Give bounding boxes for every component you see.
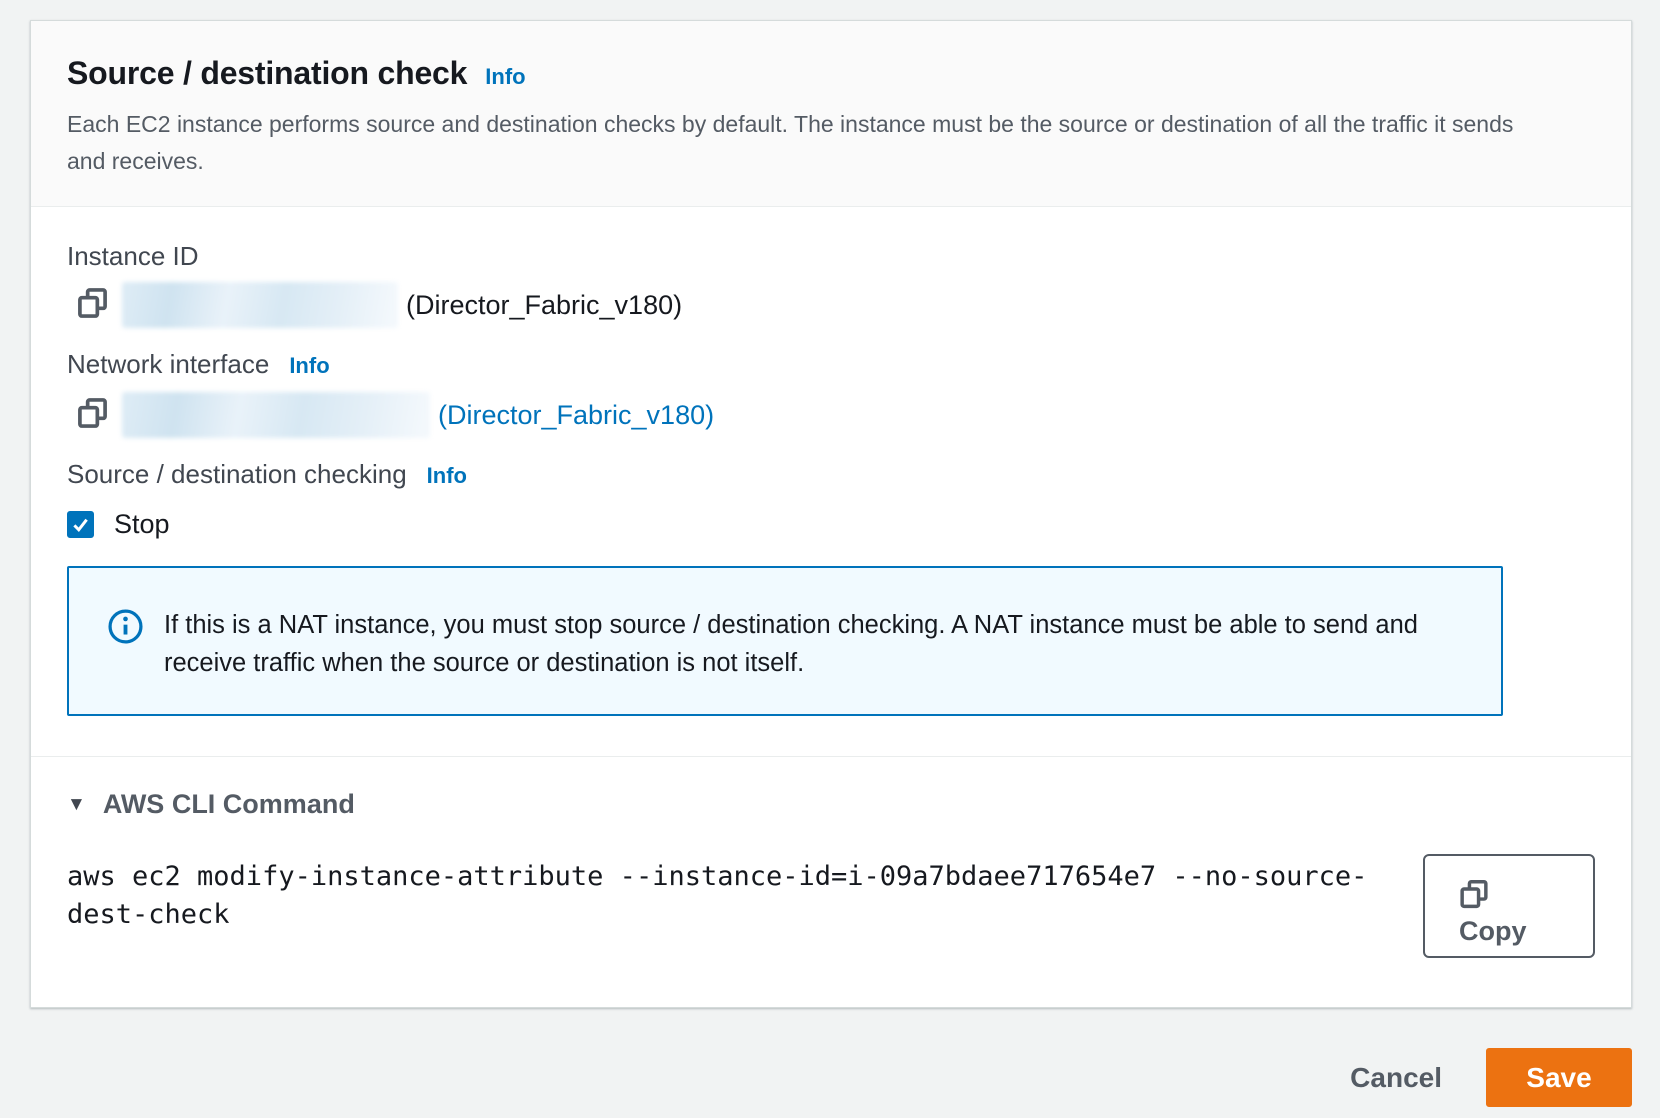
copy-network-interface-button[interactable] — [77, 397, 108, 433]
copy-icon — [1459, 898, 1489, 913]
copy-icon — [77, 287, 108, 323]
stop-checkbox-row: Stop — [67, 509, 1595, 540]
stop-checkbox[interactable] — [67, 511, 94, 538]
instance-id-label: Instance ID — [67, 241, 1595, 271]
page-title: Source / destination check — [67, 55, 467, 92]
triangle-down-icon: ▼ — [67, 794, 86, 816]
network-interface-label: Network interface Info — [67, 349, 1595, 381]
footer-actions: Cancel Save — [30, 1048, 1632, 1107]
copy-instance-id-button[interactable] — [77, 287, 108, 323]
cli-command-text: aws ec2 modify-instance-attribute --inst… — [67, 858, 1397, 934]
instance-id-redacted-value — [122, 282, 398, 328]
stop-checkbox-label: Stop — [114, 509, 170, 540]
panel-body: Instance ID (Director_Fabric_v180) Netwo… — [31, 207, 1631, 756]
instance-id-row: (Director_Fabric_v180) — [67, 281, 1595, 329]
cli-command-row: aws ec2 modify-instance-attribute --inst… — [67, 854, 1595, 958]
instance-name-suffix: (Director_Fabric_v180) — [406, 290, 682, 321]
network-interface-row: (Director_Fabric_v180) — [67, 391, 1595, 439]
network-interface-redacted-value — [122, 392, 430, 438]
checkmark-icon — [70, 514, 91, 535]
network-interface-info-link[interactable]: Info — [289, 351, 329, 381]
info-circle-icon — [107, 608, 144, 650]
cli-command-header: AWS CLI Command — [103, 789, 355, 820]
title-info-link[interactable]: Info — [485, 64, 525, 90]
cancel-button[interactable]: Cancel — [1350, 1062, 1442, 1094]
cli-command-expander[interactable]: ▼ AWS CLI Command — [67, 789, 355, 820]
alert-message: If this is a NAT instance, you must stop… — [164, 606, 1471, 682]
nat-instance-info-alert: If this is a NAT instance, you must stop… — [67, 566, 1503, 716]
source-dest-checking-label: Source / destination checking Info — [67, 459, 1595, 491]
panel-header: Source / destination check Info Each EC2… — [31, 21, 1631, 207]
copy-button-label: Copy — [1459, 916, 1593, 947]
save-button[interactable]: Save — [1486, 1048, 1632, 1107]
network-interface-name-link[interactable]: (Director_Fabric_v180) — [438, 400, 714, 431]
copy-command-button[interactable]: Copy — [1423, 854, 1595, 958]
panel-description: Each EC2 instance performs source and de… — [67, 106, 1517, 180]
copy-icon — [77, 397, 108, 433]
source-destination-check-panel: Source / destination check Info Each EC2… — [30, 20, 1632, 1008]
cli-section: ▼ AWS CLI Command aws ec2 modify-instanc… — [31, 756, 1631, 1007]
source-dest-checking-info-link[interactable]: Info — [427, 461, 467, 491]
